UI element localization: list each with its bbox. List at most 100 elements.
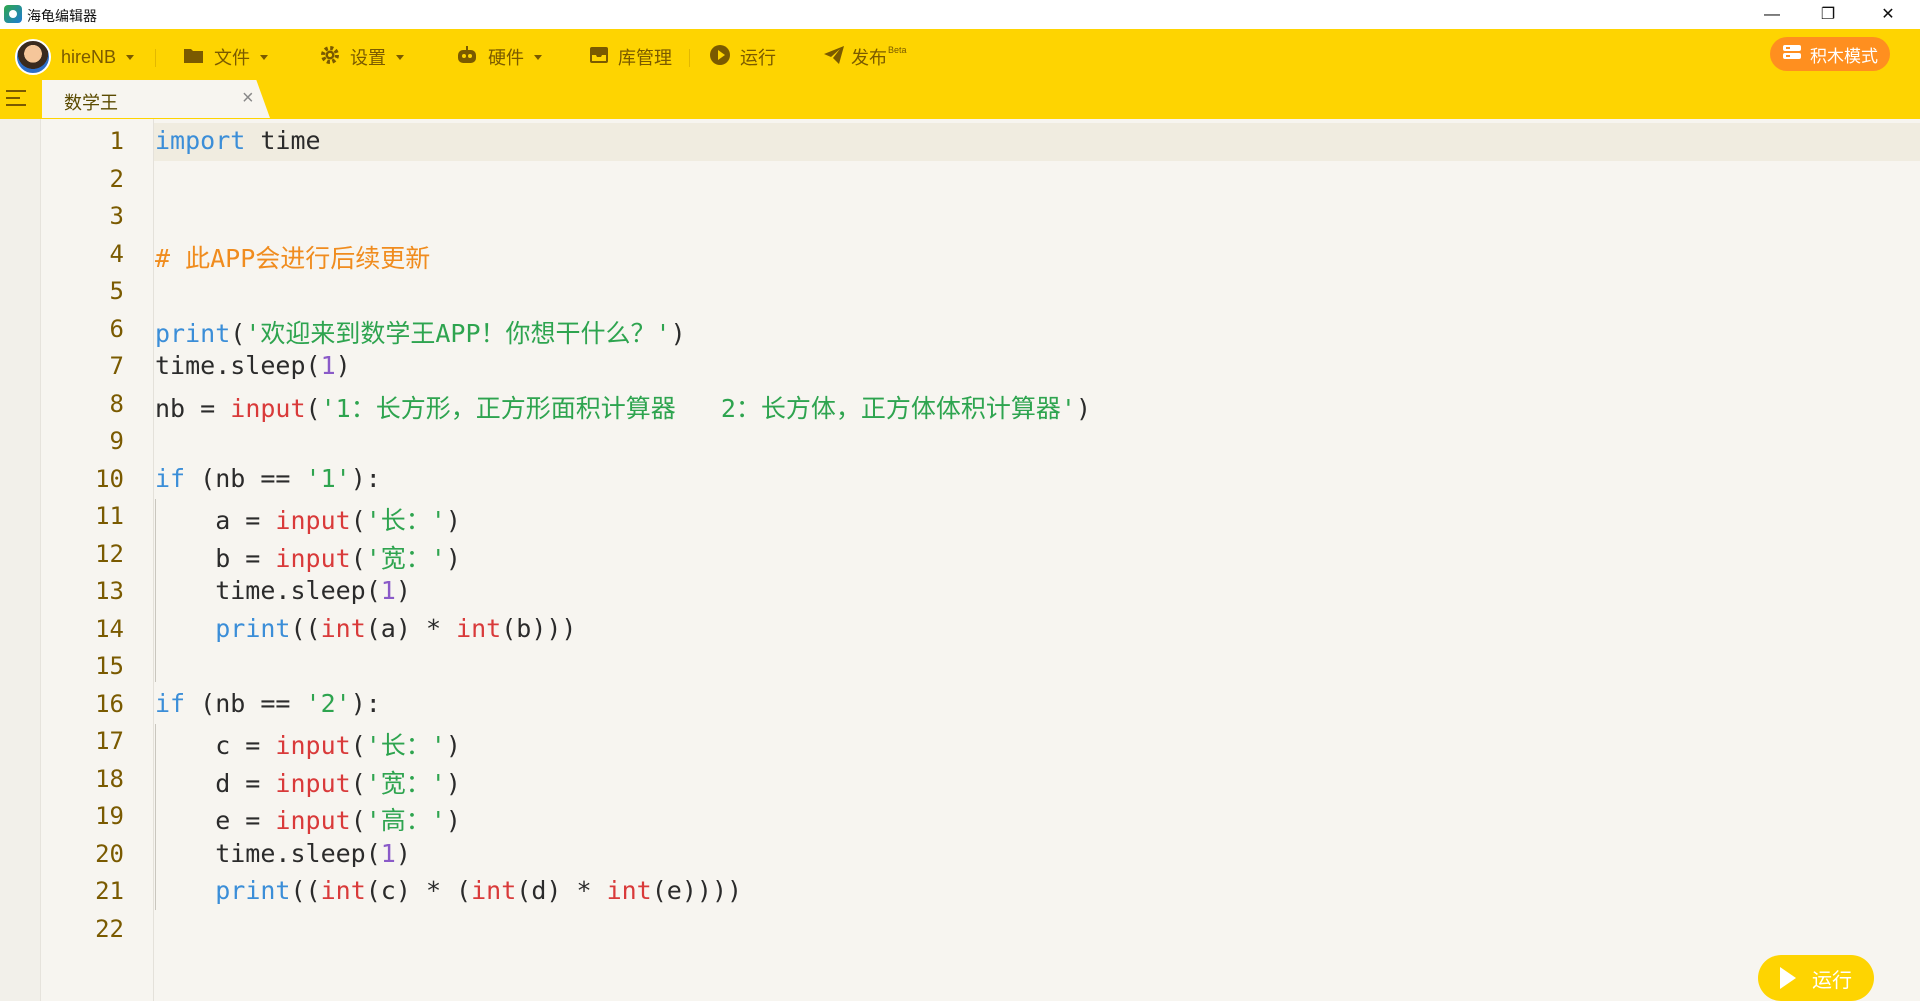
- code-token: ):: [350, 688, 381, 718]
- left-rail: [0, 119, 41, 1001]
- folder-icon: [183, 46, 205, 69]
- code-token: print: [215, 876, 291, 905]
- code-line[interactable]: time.sleep(1): [155, 576, 411, 605]
- line-number: 15: [95, 652, 124, 680]
- code-token: (d) *: [516, 876, 607, 905]
- line-number: 22: [95, 914, 124, 943]
- inbox-icon: [589, 46, 609, 69]
- beta-badge: Beta: [888, 45, 907, 55]
- code-token: ): [395, 576, 411, 605]
- code-line[interactable]: nb = input('1：长方形，正方形面积计算器 2：长方体，正方体体积计算…: [155, 389, 1091, 425]
- code-line[interactable]: e = input('高：'): [155, 801, 461, 837]
- run-toolbar-button[interactable]: 运行: [709, 42, 776, 72]
- settings-menu[interactable]: 设置: [319, 42, 404, 72]
- line-number: 19: [95, 802, 124, 830]
- run-button[interactable]: 运行: [1758, 955, 1874, 1001]
- line-number: 21: [95, 877, 124, 905]
- user-menu[interactable]: hireNB: [15, 35, 135, 79]
- main-toolbar: hireNB 文件 设置 硬件 库管理 运行 发布 Beta 积木模式 数学王 …: [0, 29, 1920, 119]
- code-token: ):: [350, 463, 381, 493]
- blocks-icon: [1782, 43, 1802, 66]
- chevron-down-icon: [126, 54, 135, 60]
- chevron-down-icon: [396, 54, 404, 60]
- code-token: time.sleep(: [155, 838, 381, 868]
- line-number: 6: [109, 314, 124, 343]
- code-token: if: [155, 463, 186, 493]
- line-number: 1: [109, 127, 124, 155]
- paper-plane-icon: [823, 45, 845, 70]
- line-number: 20: [95, 839, 124, 868]
- sidebar-toggle-button[interactable]: [6, 89, 28, 109]
- hardware-menu[interactable]: 硬件: [455, 42, 542, 72]
- file-menu-label: 文件: [214, 48, 250, 68]
- code-token: (: [350, 731, 366, 760]
- code-line[interactable]: print('欢迎来到数学王APP！你想干什么？'): [155, 314, 686, 350]
- code-token: int: [456, 613, 502, 643]
- restore-button[interactable]: ❐: [1800, 0, 1856, 29]
- tab-label: 数学王: [64, 93, 118, 113]
- code-token: a =: [155, 506, 276, 535]
- window-title: 海龟编辑器: [27, 8, 97, 24]
- code-token: (nb ==: [185, 463, 306, 493]
- code-line[interactable]: d = input('宽：'): [155, 764, 461, 800]
- code-line[interactable]: c = input('长：'): [155, 726, 461, 762]
- code-token: # 此APP会进行后续更新: [155, 243, 431, 273]
- title-bar: 海龟编辑器 — ❐ ✕: [0, 0, 1920, 29]
- code-token: '2': [305, 688, 351, 718]
- close-tab-icon[interactable]: ×: [242, 87, 254, 110]
- code-token: input: [230, 393, 306, 423]
- code-token: input: [275, 806, 351, 835]
- code-token: ): [1075, 393, 1092, 423]
- code-token: int: [320, 876, 366, 905]
- avatar: [15, 39, 51, 75]
- code-line[interactable]: if (nb == '2'):: [155, 689, 381, 718]
- code-token: (: [230, 318, 246, 348]
- code-token: (a) *: [365, 613, 457, 643]
- code-token: input: [275, 506, 351, 535]
- close-window-button[interactable]: ✕: [1860, 0, 1916, 29]
- indent-guide: [155, 724, 156, 910]
- block-mode-button[interactable]: 积木模式: [1770, 37, 1890, 71]
- line-number: 16: [95, 689, 124, 718]
- code-line[interactable]: b = input('宽：'): [155, 539, 461, 575]
- chevron-down-icon: [260, 54, 268, 60]
- publish-button[interactable]: 发布 Beta: [823, 42, 907, 72]
- code-line[interactable]: print((int(c) * (int(d) * int(e)))): [155, 876, 742, 905]
- code-token: print: [215, 613, 291, 643]
- line-number: 5: [109, 277, 124, 305]
- code-line[interactable]: a = input('长：'): [155, 501, 461, 537]
- code-token: (: [350, 506, 366, 535]
- library-management-button[interactable]: 库管理: [589, 42, 672, 72]
- code-line[interactable]: time.sleep(1): [155, 351, 351, 380]
- code-token: ): [445, 768, 461, 798]
- code-token: print: [155, 318, 231, 348]
- code-line[interactable]: import time: [155, 126, 321, 155]
- code-token: 1: [320, 351, 336, 380]
- menu-lines-icon: [6, 104, 26, 106]
- code-token: '长：': [365, 506, 446, 535]
- code-token: ): [445, 543, 461, 573]
- code-token: (: [350, 543, 366, 573]
- code-token: b =: [155, 543, 276, 573]
- code-token: ): [395, 838, 411, 868]
- code-line[interactable]: time.sleep(1): [155, 839, 411, 868]
- minimize-button[interactable]: —: [1744, 0, 1800, 29]
- code-line[interactable]: if (nb == '1'):: [155, 464, 381, 493]
- line-number: 12: [95, 539, 124, 568]
- menu-lines-icon: [6, 90, 26, 92]
- code-token: import: [155, 126, 246, 155]
- code-line[interactable]: print((int(a) * int(b))): [155, 614, 576, 643]
- file-menu[interactable]: 文件: [183, 42, 268, 72]
- code-token: input: [275, 731, 351, 760]
- tab-math-king[interactable]: 数学王 ×: [42, 80, 270, 118]
- play-icon: [1780, 967, 1796, 989]
- code-token: nb =: [155, 393, 231, 423]
- block-mode-label: 积木模式: [1810, 46, 1878, 66]
- code-token: ): [445, 506, 461, 535]
- code-token: e =: [155, 806, 276, 835]
- line-number: 18: [95, 764, 124, 793]
- line-number: 10: [95, 464, 124, 493]
- code-line[interactable]: # 此APP会进行后续更新: [155, 239, 430, 275]
- line-number: 17: [95, 727, 124, 755]
